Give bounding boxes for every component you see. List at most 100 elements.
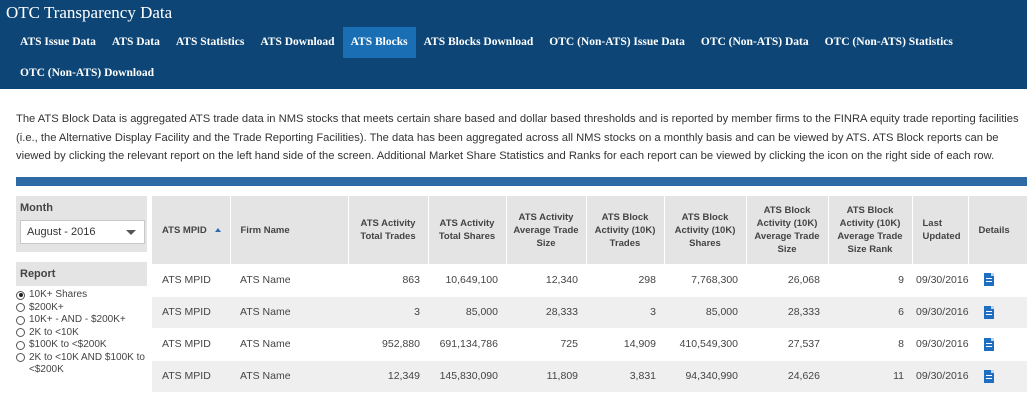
cell-ats-mpid: ATS MPID: [152, 327, 230, 360]
cell-average-trade-size: 725: [506, 327, 586, 360]
cell-last-updated: 09/30/2016: [912, 359, 969, 392]
cell-last-updated: 09/30/2016: [912, 295, 969, 328]
radio-icon[interactable]: [16, 315, 25, 325]
column-average-trade-size[interactable]: ATS Activity Average Trade Size: [506, 196, 587, 264]
report-option-label: 2K to <10K: [29, 326, 79, 338]
cell-total-shares: 10,649,100: [445, 273, 498, 286]
document-icon[interactable]: [984, 273, 994, 287]
report-option-label: 10K+ - AND - $200K+: [29, 314, 126, 325]
tab-otc-statistics[interactable]: OTC (Non-ATS) Statistics: [817, 27, 961, 58]
column-block-shares[interactable]: ATS Block Activity (10K) Shares: [664, 196, 747, 264]
cell-block-shares: 410,549,300: [664, 327, 746, 360]
cell-firm-name: ATS Name: [230, 295, 348, 328]
cell-total-trades: 863: [402, 273, 420, 286]
report-option-10k-and-200k[interactable]: 10K+ - AND - $200K+: [16, 314, 147, 327]
results-table-container: ATS MPID Firm Name ATS Activity Total Tr…: [152, 196, 1027, 392]
report-option-2k-to-10k[interactable]: 2K to <10K: [16, 327, 147, 340]
report-label: Report: [16, 262, 147, 286]
column-block-average-trade-size-rank[interactable]: ATS Block Activity (10K) Average Trade S…: [828, 196, 913, 264]
cell-block-trades: 3: [586, 295, 664, 328]
cell-average-trade-size: 12,340: [545, 273, 578, 286]
app-title: OTC Transparency Data: [6, 3, 173, 22]
radio-icon[interactable]: [16, 340, 25, 350]
column-ats-mpid[interactable]: ATS MPID: [152, 196, 231, 264]
column-total-trades[interactable]: ATS Activity Total Trades: [348, 196, 429, 264]
cell-firm-name: ATS Name: [240, 273, 291, 286]
cell-rank: 9: [898, 273, 904, 286]
cell-block-trades: 14,909: [586, 327, 664, 360]
report-option-label: 10K+ Shares: [29, 289, 88, 300]
tab-ats-blocks-download[interactable]: ATS Blocks Download: [416, 27, 542, 58]
report-option-100k-to-200k[interactable]: $100K to <$200K: [16, 339, 147, 352]
table-row: ATS MPID ATS Name 12,349 145,830,090 11,…: [152, 359, 1027, 392]
report-option-200k[interactable]: $200K+: [16, 302, 147, 315]
document-icon[interactable]: [984, 369, 994, 383]
cell-block-shares: 94,340,990: [664, 359, 746, 392]
column-block-average-trade-size[interactable]: ATS Block Activity (10K) Average Trade S…: [746, 196, 829, 264]
table-header-row: ATS MPID Firm Name ATS Activity Total Tr…: [152, 196, 1027, 264]
cell-block-trades: 3,831: [586, 359, 664, 392]
cell-details: [968, 295, 1027, 328]
month-filter: Month August - 2016: [16, 196, 147, 252]
report-option-label: $200K+: [29, 301, 64, 313]
sort-ascending-icon[interactable]: [214, 227, 221, 232]
column-firm-name[interactable]: Firm Name: [230, 196, 349, 264]
table-row: ATS MPID ATS Name 3 85,000 28,333 3 85,0…: [152, 295, 1027, 328]
cell-details: [968, 264, 1027, 296]
report-option-10k-shares[interactable]: 10K+ Shares: [16, 289, 147, 302]
cell-firm-name: ATS Name: [230, 327, 348, 360]
cell-total-shares: 691,134,786: [428, 327, 506, 360]
cell-average-trade-size: 28,333: [506, 295, 586, 328]
cell-block-shares: 85,000: [664, 295, 746, 328]
report-option-2k-10k-and-100k-200k[interactable]: 2K to <10K AND $100K to <$200K: [16, 352, 147, 377]
month-select[interactable]: August - 2016: [20, 220, 145, 244]
cell-block-average-trade-size: 27,537: [746, 327, 828, 360]
cell-block-trades: 298: [638, 273, 656, 286]
cell-rank: 11: [828, 359, 912, 392]
cell-ats-mpid: ATS MPID: [152, 359, 230, 392]
tab-ats-blocks[interactable]: ATS Blocks: [342, 27, 416, 58]
report-option-label: 2K to <10K AND $100K to <$200K: [29, 351, 145, 376]
tab-ats-data[interactable]: ATS Data: [104, 27, 168, 58]
tab-ats-issue-data[interactable]: ATS Issue Data: [12, 27, 104, 58]
column-total-shares[interactable]: ATS Activity Total Shares: [428, 196, 507, 264]
radio-icon[interactable]: [16, 328, 25, 337]
cell-firm-name: ATS Name: [230, 359, 348, 392]
cell-ats-mpid: ATS MPID: [152, 295, 230, 328]
cell-total-shares: 85,000: [428, 295, 506, 328]
cell-ats-mpid: ATS MPID: [162, 273, 211, 286]
column-last-updated[interactable]: Last Updated: [912, 196, 969, 264]
tab-otc-data[interactable]: OTC (Non-ATS) Data: [693, 27, 817, 58]
cell-block-average-trade-size: 28,333: [746, 295, 828, 328]
radio-icon[interactable]: [16, 303, 25, 312]
chevron-down-icon: [126, 230, 136, 235]
column-details: Details: [968, 196, 1027, 264]
cell-rank: 8: [828, 327, 912, 360]
radio-selected-icon[interactable]: [16, 290, 25, 300]
tab-otc-download[interactable]: OTC (Non-ATS) Download: [12, 58, 162, 89]
nav-bar: ATS Issue Data ATS Data ATS Statistics A…: [0, 27, 1027, 89]
cell-details: [968, 327, 1027, 360]
tab-otc-issue-data[interactable]: OTC (Non-ATS) Issue Data: [541, 27, 693, 58]
tab-ats-statistics[interactable]: ATS Statistics: [168, 27, 252, 58]
cell-last-updated: 09/30/2016: [916, 273, 969, 286]
radio-icon[interactable]: [16, 353, 25, 362]
document-icon[interactable]: [984, 337, 994, 351]
table-row: ATS MPID ATS Name 952,880 691,134,786 72…: [152, 327, 1027, 360]
tab-ats-download[interactable]: ATS Download: [252, 27, 342, 58]
filter-panel: Month August - 2016 Report 10K+ Shares $…: [16, 196, 147, 377]
month-label: Month: [20, 196, 143, 220]
cell-average-trade-size: 11,809: [506, 359, 586, 392]
report-option-label: $100K to <$200K: [29, 339, 107, 350]
cell-total-trades: 12,349: [348, 359, 428, 392]
cell-total-shares: 145,830,090: [428, 359, 506, 392]
cell-block-average-trade-size: 24,626: [746, 359, 828, 392]
report-options: 10K+ Shares $200K+ 10K+ - AND - $200K+ 2…: [16, 286, 147, 377]
column-block-trades[interactable]: ATS Block Activity (10K) Trades: [586, 196, 665, 264]
cell-rank: 6: [828, 295, 912, 328]
table-row: ATS MPID ATS Name 863 10,649,100 12,340 …: [152, 264, 1027, 296]
document-icon[interactable]: [984, 305, 994, 319]
cell-last-updated: 09/30/2016: [912, 327, 969, 360]
cell-block-shares: 7,768,300: [691, 273, 738, 286]
cell-total-trades: 3: [348, 295, 428, 328]
